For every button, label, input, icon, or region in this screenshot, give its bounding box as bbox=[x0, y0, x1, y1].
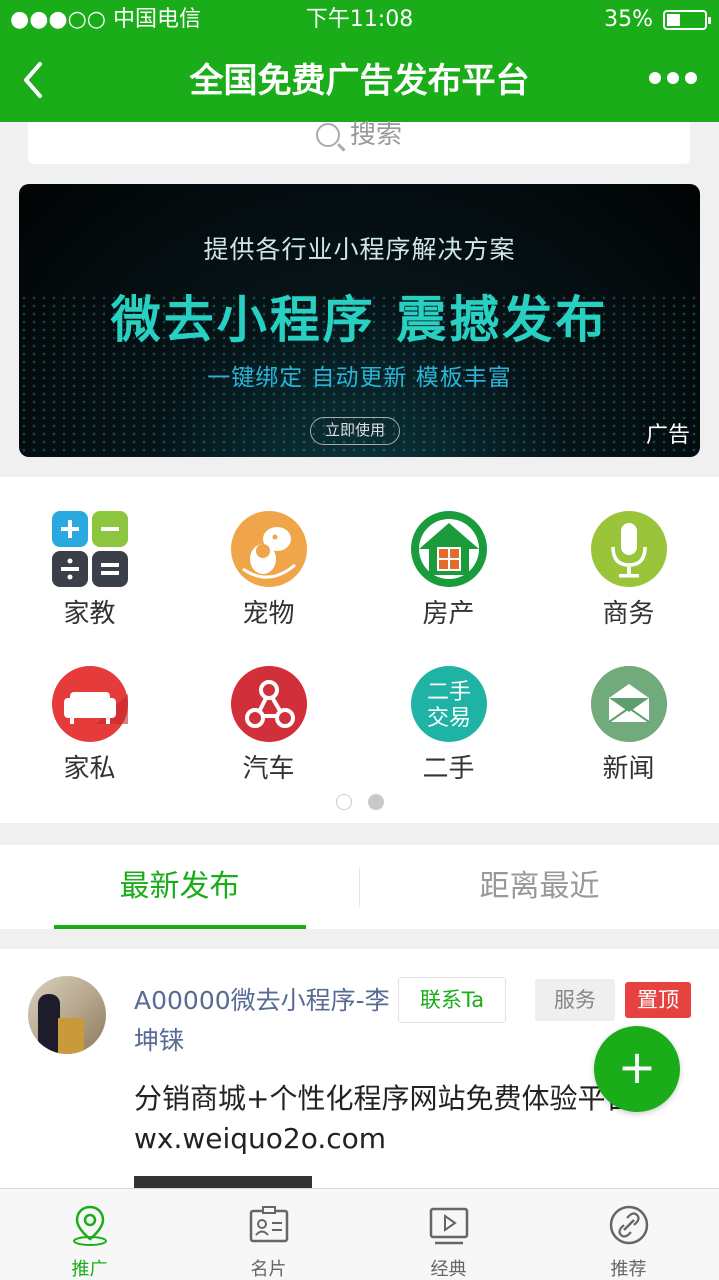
category-label: 二手 bbox=[422, 754, 475, 784]
category-pets[interactable]: 宠物 bbox=[179, 477, 358, 629]
page-dot[interactable] bbox=[335, 794, 352, 810]
active-tab-indicator bbox=[54, 925, 306, 929]
category-tutoring[interactable]: 家教 bbox=[0, 477, 179, 629]
category-furniture[interactable]: 家私 bbox=[0, 632, 179, 784]
category-business[interactable]: 商务 bbox=[539, 477, 718, 629]
tabbar-promote[interactable]: 推广 bbox=[0, 1189, 179, 1280]
page-dot-active[interactable] bbox=[367, 794, 384, 810]
tab-label: 最新发布 bbox=[119, 869, 240, 904]
pinned-badge: 置顶 bbox=[625, 982, 691, 1018]
envelope-icon bbox=[589, 664, 669, 744]
tabbar-label: 名片 bbox=[250, 1259, 287, 1280]
page-indicator bbox=[0, 794, 719, 814]
ad-label: 广告 bbox=[645, 423, 690, 448]
category-label: 商务 bbox=[602, 599, 655, 629]
bottom-tab-bar: 推广 名片 经典 推荐 bbox=[0, 1188, 719, 1280]
category-auto[interactable]: 汽车 bbox=[179, 632, 358, 784]
battery-icon bbox=[663, 10, 711, 30]
category-label: 家私 bbox=[63, 754, 116, 784]
feed-tabs: 最新发布 距离最近 bbox=[0, 845, 719, 929]
category-label: 房产 bbox=[422, 599, 475, 629]
pet-icon bbox=[229, 509, 309, 589]
contact-button[interactable]: 联系Ta bbox=[398, 977, 506, 1023]
category-news[interactable]: 新闻 bbox=[539, 632, 718, 784]
category-secondhand[interactable]: 二手 交易 二手 bbox=[359, 632, 538, 784]
tabbar-label: 推广 bbox=[71, 1259, 108, 1280]
nav-bar: 全国免费广告发布平台 bbox=[0, 42, 719, 122]
category-label: 汽车 bbox=[242, 754, 295, 784]
svg-text:交易: 交易 bbox=[426, 706, 470, 731]
battery-percent: 35% bbox=[604, 7, 653, 32]
microphone-icon bbox=[589, 509, 669, 589]
battery-fill bbox=[667, 14, 680, 26]
category-real-estate[interactable]: 房产 bbox=[359, 477, 538, 629]
sofa-icon bbox=[50, 664, 130, 744]
location-pin-icon bbox=[72, 1205, 107, 1246]
tab-latest[interactable]: 最新发布 bbox=[0, 845, 359, 929]
search-placeholder: 搜索 bbox=[349, 120, 402, 150]
house-icon bbox=[409, 509, 489, 589]
video-play-icon bbox=[429, 1207, 468, 1245]
search-icon bbox=[315, 123, 340, 147]
tab-nearest[interactable]: 距离最近 bbox=[360, 845, 719, 929]
poster-name[interactable]: A00000微去小程序-李坤铼 bbox=[134, 981, 400, 1061]
banner-headline: 微去小程序 震撼发布 bbox=[110, 291, 609, 349]
category-label: 家教 bbox=[63, 599, 116, 629]
tabbar-label: 推荐 bbox=[610, 1259, 647, 1280]
search-bar[interactable]: 搜索 bbox=[28, 122, 690, 164]
add-post-button[interactable]: + bbox=[594, 1026, 680, 1112]
tabbar-card[interactable]: 名片 bbox=[179, 1189, 358, 1280]
tab-label: 距离最近 bbox=[479, 869, 600, 904]
promo-banner[interactable]: 提供各行业小程序解决方案 微去小程序 震撼发布 一键绑定 自动更新 模板丰富 立… bbox=[19, 184, 700, 457]
category-badge: 服务 bbox=[535, 979, 615, 1021]
tabbar-recommend[interactable]: 推荐 bbox=[539, 1189, 718, 1280]
svg-text:二手: 二手 bbox=[426, 680, 470, 705]
category-label: 新闻 bbox=[602, 754, 655, 784]
top-bar: ●●●○○ 中国电信 下午11:08 35% 全国免费广告发布平台 bbox=[0, 0, 719, 122]
banner-use-button[interactable]: 立即使用 bbox=[310, 417, 400, 445]
tabbar-label: 经典 bbox=[430, 1259, 467, 1280]
link-icon bbox=[609, 1205, 648, 1245]
more-options-icon[interactable] bbox=[649, 72, 697, 84]
avatar[interactable] bbox=[28, 976, 106, 1054]
id-card-icon bbox=[249, 1206, 288, 1243]
category-label: 宠物 bbox=[242, 599, 295, 629]
secondhand-icon: 二手 交易 bbox=[409, 664, 489, 744]
banner-features: 一键绑定 自动更新 模板丰富 bbox=[207, 365, 512, 391]
banner-subtitle: 提供各行业小程序解决方案 bbox=[203, 235, 516, 264]
status-bar: ●●●○○ 中国电信 下午11:08 35% bbox=[0, 0, 719, 40]
category-grid: 家教 宠物 房产 商务 家私 汽车 二手 交易 二手 新闻 bbox=[0, 477, 719, 823]
tabbar-classic[interactable]: 经典 bbox=[359, 1189, 538, 1280]
page-title: 全国免费广告发布平台 bbox=[189, 61, 530, 101]
share-nodes-icon bbox=[229, 664, 309, 744]
math-grid-icon bbox=[50, 509, 130, 589]
